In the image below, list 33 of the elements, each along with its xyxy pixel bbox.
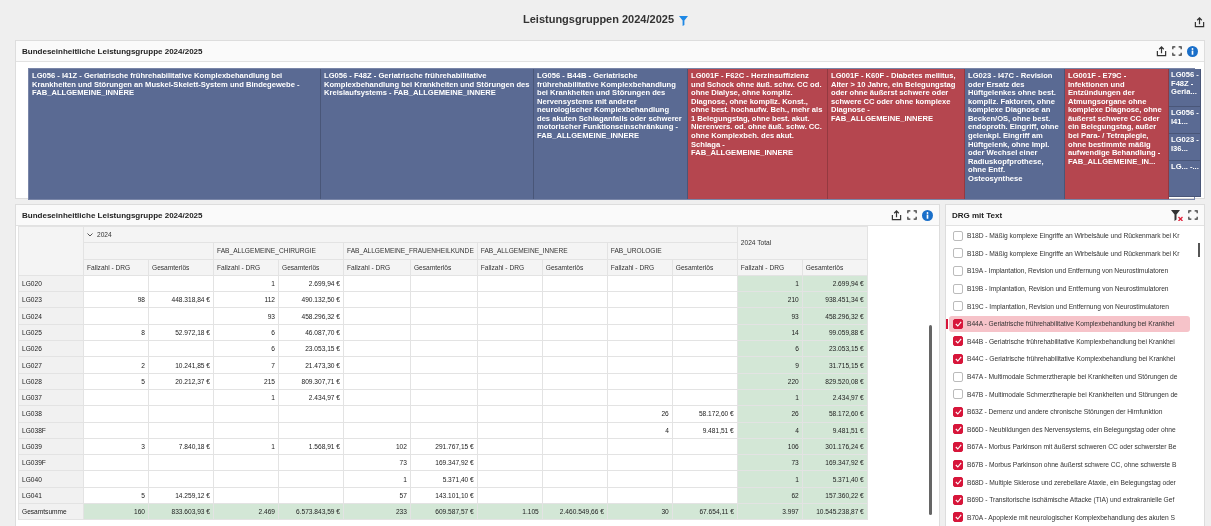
panel-title: Bundeseinheitliche Leistungsgruppe 2024/2025 (22, 46, 204, 56)
checkbox[interactable] (953, 283, 963, 294)
checkbox[interactable] (953, 441, 963, 452)
checkbox[interactable] (953, 230, 963, 241)
checkbox[interactable] (953, 353, 963, 364)
checkbox[interactable] (953, 459, 963, 470)
fullscreen-icon[interactable] (1172, 46, 1182, 56)
clear-filter-icon[interactable] (1171, 209, 1183, 221)
checkbox[interactable] (953, 406, 963, 417)
dashboard-title: Leistungsgruppen 2024/2025 (523, 13, 674, 25)
checkbox[interactable] (953, 371, 963, 382)
panel-title: Bundeseinheitliche Leistungsgruppe 2024/2025 (22, 210, 204, 220)
share-icon[interactable] (891, 209, 902, 221)
checkbox[interactable] (953, 336, 963, 347)
filter-icon (679, 16, 688, 26)
checkbox[interactable] (953, 389, 963, 400)
checkbox[interactable] (953, 477, 963, 488)
checkbox[interactable] (953, 266, 963, 276)
scrollbar[interactable] (1198, 243, 1200, 257)
scrollbar[interactable] (929, 325, 932, 515)
checkbox[interactable] (953, 494, 963, 505)
checkbox[interactable] (953, 512, 963, 523)
checkbox[interactable] (953, 248, 963, 259)
checkbox[interactable] (953, 301, 963, 312)
checkbox[interactable] (953, 424, 963, 435)
share-icon[interactable] (1156, 45, 1167, 57)
fullscreen-icon[interactable] (907, 210, 917, 220)
checkbox[interactable] (953, 318, 963, 329)
info-icon[interactable] (922, 209, 933, 221)
share-icon[interactable] (1194, 17, 1205, 28)
panel-title: DRG mit Text (952, 210, 1004, 220)
info-icon[interactable] (1187, 45, 1198, 57)
fullscreen-icon[interactable] (1188, 210, 1198, 220)
